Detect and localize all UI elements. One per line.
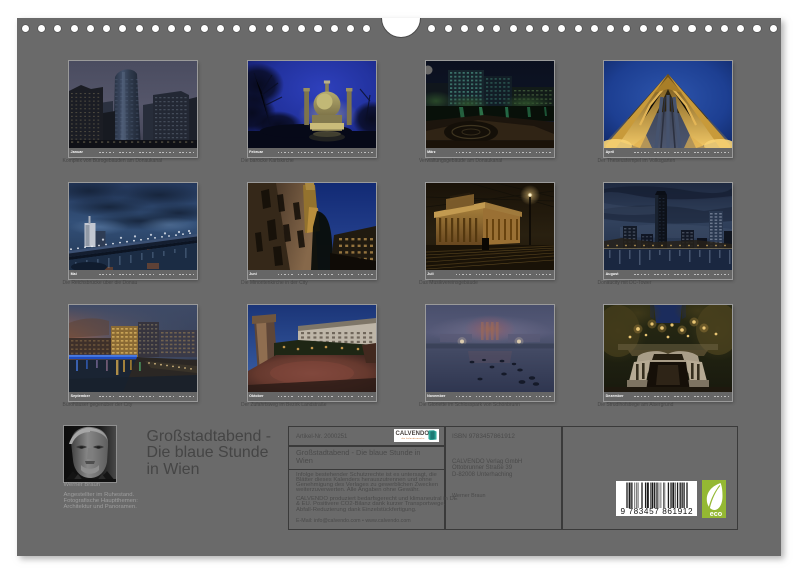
svg-text:eco: eco [710,509,723,518]
svg-text:9 783457 861912: 9 783457 861912 [621,507,693,516]
